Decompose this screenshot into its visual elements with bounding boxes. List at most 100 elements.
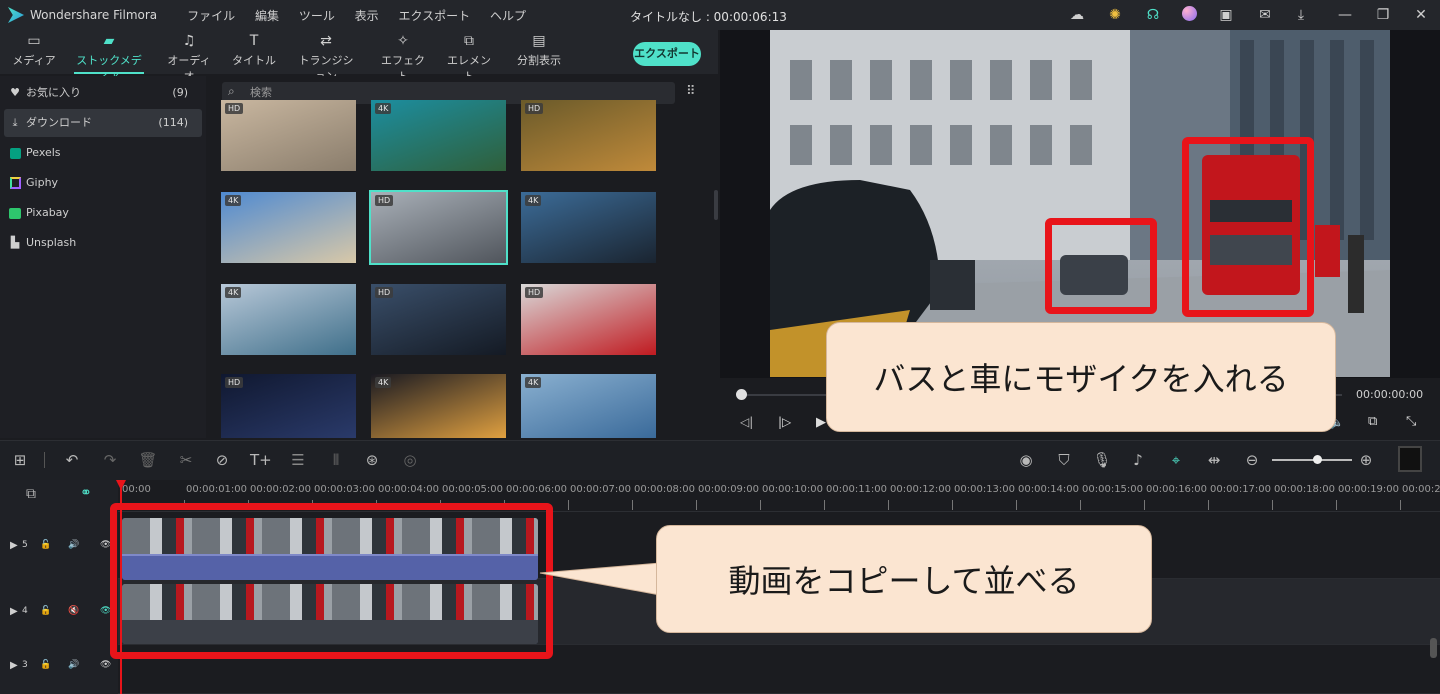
headset-icon[interactable]: ☊ — [1144, 6, 1162, 24]
audio-wave-icon[interactable]: ⦀ — [326, 450, 346, 470]
lock-icon[interactable]: 🔓 — [40, 540, 51, 550]
step-play-icon[interactable]: |▷ — [778, 415, 791, 429]
stock-thumbnail[interactable]: HD — [521, 284, 656, 355]
ruler-tick-mark — [1144, 500, 1145, 510]
stock-thumbnail[interactable]: 4K — [521, 374, 656, 438]
play-icon[interactable]: ▶ — [816, 415, 826, 430]
track-number: 3 — [22, 660, 28, 670]
ruler-tick-mark — [824, 500, 825, 510]
tab-stock-media[interactable]: ▰ストックメディア — [74, 32, 144, 83]
tag-icon[interactable]: ⊘ — [212, 450, 232, 470]
menu-help[interactable]: ヘルプ — [490, 9, 526, 23]
video-track-icon: ▶ — [10, 606, 18, 617]
stock-thumbnail[interactable]: 4K — [371, 374, 506, 438]
color-match-icon[interactable]: ⊛ — [362, 450, 382, 470]
cut-icon[interactable]: ✂ — [176, 450, 196, 470]
ruler-tick-label: 00:00:03:00 — [314, 484, 376, 495]
stock-thumbnail[interactable]: 4K — [221, 192, 356, 263]
ruler-tick-label: 00:00:08:00 — [634, 484, 696, 495]
eye-icon[interactable]: 👁 — [100, 660, 111, 670]
download-icon[interactable]: ⤓ — [1292, 6, 1310, 24]
add-track-icon[interactable]: ⧉ — [26, 486, 36, 502]
fit-icon[interactable]: ⇹ — [1204, 450, 1224, 470]
stock-thumbnail[interactable]: 4K — [371, 100, 506, 171]
scrubber-handle[interactable] — [736, 389, 747, 400]
stock-thumbnail[interactable]: HD — [371, 284, 506, 355]
video-track-icon: ▶ — [10, 540, 18, 551]
zoom-slider-handle[interactable] — [1313, 455, 1322, 464]
stock-thumbnail[interactable]: 4K — [221, 284, 356, 355]
lock-icon[interactable]: 🔓 — [40, 660, 51, 670]
save-icon[interactable]: ▣ — [1217, 6, 1235, 24]
timeline-scrollbar[interactable] — [1430, 638, 1437, 658]
stock-thumbnail[interactable]: HD — [369, 190, 508, 265]
ruler-tick-label: 00:00:02:00 — [250, 484, 312, 495]
speaker-icon[interactable]: 🔊 — [68, 540, 79, 550]
speaker-icon[interactable]: 🔊 — [68, 660, 79, 670]
mail-icon[interactable]: ✉ — [1256, 6, 1274, 24]
tab-effect[interactable]: ✧エフェクト — [378, 32, 428, 83]
avatar[interactable] — [1180, 6, 1198, 24]
stock-thumbnail[interactable]: HD — [221, 374, 356, 438]
heart-icon: ♥ — [10, 86, 20, 99]
adjust-icon[interactable]: ☰ — [288, 450, 308, 470]
sidebar-item-giphy[interactable]: Giphy — [4, 169, 202, 197]
speed-icon[interactable]: ◎ — [400, 450, 420, 470]
ruler-tick-label: 00:00:18:00 — [1274, 484, 1336, 495]
tab-audio[interactable]: ♫オーディオ — [164, 32, 214, 83]
menu-tools[interactable]: ツール — [299, 9, 335, 23]
render-icon[interactable]: ◉ — [1016, 450, 1036, 470]
close-icon[interactable]: ✕ — [1412, 6, 1430, 24]
stock-thumbnail[interactable]: HD — [521, 100, 656, 171]
panel-toggle-icon[interactable] — [1398, 446, 1422, 472]
speaker-muted-icon[interactable]: 🔇 — [68, 606, 79, 616]
tab-element[interactable]: ⧉エレメント — [444, 32, 494, 83]
tab-media[interactable]: ▭ メディア — [10, 32, 58, 72]
zoom-out-icon[interactable]: ⊖ — [1242, 450, 1262, 470]
sidebar-item-downloads[interactable]: ⤓ ダウンロード (114) — [4, 109, 202, 137]
lock-icon[interactable]: 🔓 — [40, 606, 51, 616]
grid-scrollbar[interactable] — [714, 190, 718, 220]
undo-icon[interactable]: ↶ — [62, 450, 82, 470]
tab-transition[interactable]: ⇄トランジション — [294, 32, 358, 83]
fullscreen-icon[interactable]: ⤡ — [1406, 414, 1416, 429]
add-text-icon[interactable]: T+ — [250, 450, 272, 470]
layout-icon[interactable]: ⊞ — [10, 450, 30, 470]
lightbulb-icon[interactable]: ✺ — [1106, 6, 1124, 24]
stock-thumbnail[interactable]: HD — [221, 100, 356, 171]
sidebar-item-unsplash[interactable]: ▙ Unsplash — [4, 229, 202, 257]
snapshot-icon[interactable]: ⧉ — [1368, 414, 1377, 429]
menu-file[interactable]: ファイル — [187, 9, 235, 23]
menu-export[interactable]: エクスポート — [399, 9, 471, 23]
redo-icon[interactable]: ↷ — [100, 450, 120, 470]
music-list-icon[interactable]: ♪ — [1128, 450, 1148, 470]
sidebar-item-favorites[interactable]: ♥ お気に入り (9) — [4, 79, 202, 107]
export-button[interactable]: エクスポート — [633, 42, 701, 66]
sidebar-item-pixabay[interactable]: Pixabay — [4, 199, 202, 227]
prev-frame-icon[interactable]: ◁| — [740, 415, 753, 429]
music-note-icon: ♫ — [182, 33, 196, 49]
zoom-in-icon[interactable]: ⊕ — [1356, 450, 1376, 470]
playback-time: 00:00:00:00 — [1356, 388, 1424, 401]
snap-icon[interactable]: ⌖ — [1166, 450, 1186, 470]
ruler-header — [0, 480, 118, 512]
tab-split-screen[interactable]: ▤ 分割表示 — [512, 32, 566, 72]
restore-icon[interactable]: ❐ — [1374, 6, 1392, 24]
ruler-tick-label: 00:00:15:00 — [1082, 484, 1144, 495]
resolution-badge: 4K — [525, 377, 542, 388]
tab-title[interactable]: T タイトル — [232, 32, 276, 72]
sidebar-item-pexels[interactable]: Pexels — [4, 139, 202, 167]
ruler-tick-label: 00:00:01:00 — [186, 484, 248, 495]
grid-view-icon[interactable]: ⠿ — [686, 84, 696, 99]
microphone-icon[interactable]: 🎙 — [1092, 450, 1112, 470]
marker-icon[interactable]: ⛉ — [1054, 450, 1074, 470]
pexels-icon — [8, 139, 22, 167]
stock-thumbnail[interactable]: 4K — [521, 192, 656, 263]
menu-view[interactable]: 表示 — [355, 9, 379, 23]
link-icon[interactable]: ⚭ — [80, 485, 92, 501]
menu-edit[interactable]: 編集 — [255, 9, 279, 23]
cloud-icon[interactable]: ☁ — [1068, 6, 1086, 24]
zoom-slider[interactable] — [1272, 459, 1352, 461]
delete-icon[interactable]: 🗑 — [138, 450, 158, 470]
minimize-icon[interactable]: — — [1336, 6, 1354, 24]
